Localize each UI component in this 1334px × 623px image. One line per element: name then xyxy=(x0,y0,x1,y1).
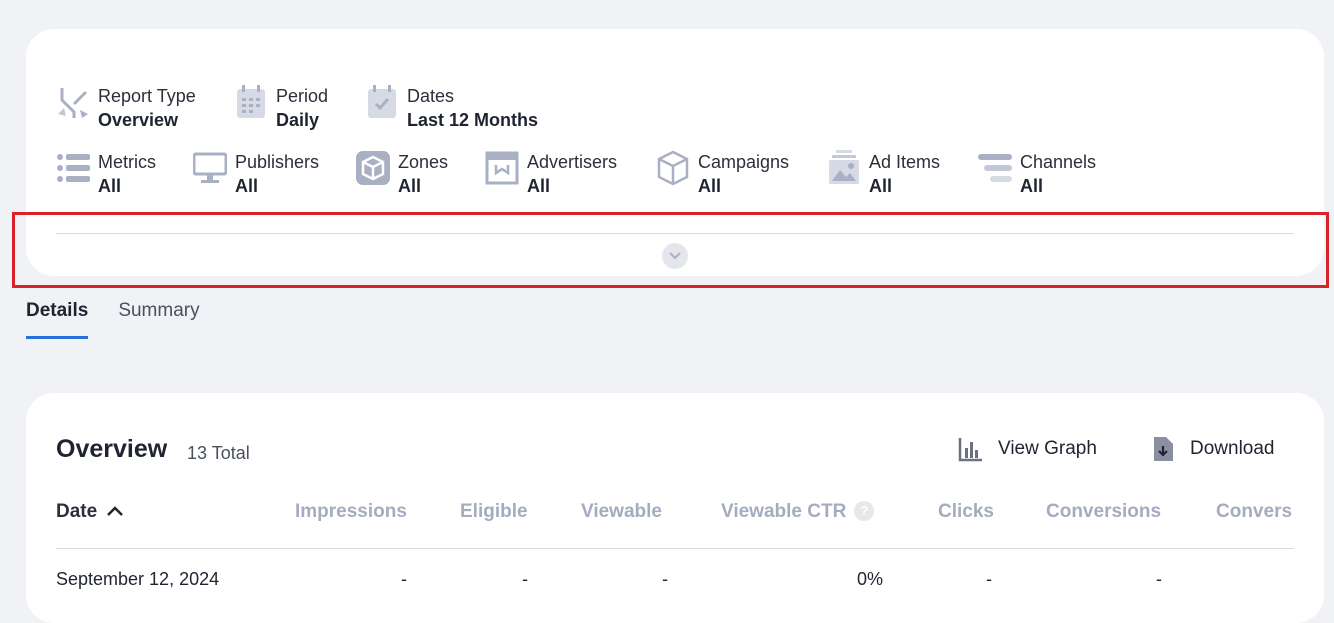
download-label: Download xyxy=(1190,438,1275,459)
view-graph-label: View Graph xyxy=(998,438,1097,459)
report-filters-card: Report Type Overview Period Daily Dates … xyxy=(26,29,1324,276)
filter-period[interactable]: Period Daily xyxy=(234,84,328,132)
channels-icon xyxy=(978,150,1012,186)
cell-clicks: - xyxy=(986,569,992,589)
filter-zones[interactable]: Zones All xyxy=(356,150,448,198)
sort-ascending-icon xyxy=(107,506,124,516)
column-header-viewable-ctr[interactable]: Viewable CTR? xyxy=(721,501,875,523)
column-header-viewable[interactable]: Viewable xyxy=(581,501,662,523)
column-header-eligible[interactable]: Eligible xyxy=(460,501,528,523)
bar-chart-icon xyxy=(958,438,982,462)
filter-channels[interactable]: Channels All xyxy=(978,150,1096,198)
tab-details[interactable]: Details xyxy=(26,300,89,339)
filter-label: Period xyxy=(276,86,329,106)
tab-summary[interactable]: Summary xyxy=(118,300,199,339)
cell-viewable-ctr: 0% xyxy=(857,569,884,589)
filter-value: All xyxy=(698,176,722,196)
list-icon xyxy=(56,150,90,186)
filter-label: Dates xyxy=(407,86,455,106)
monitor-icon xyxy=(193,150,227,186)
filter-value: All xyxy=(98,176,122,196)
filter-label: Channels xyxy=(1020,152,1097,172)
filter-report-type[interactable]: Report Type Overview xyxy=(56,84,196,132)
filter-value: All xyxy=(235,176,259,196)
table-header: Date Impressions Eligible Viewable Viewa… xyxy=(56,501,1294,525)
column-header-clicks[interactable]: Clicks xyxy=(938,501,994,523)
filter-label: Ad Items xyxy=(869,152,941,172)
filter-value: All xyxy=(398,176,422,196)
filter-label: Advertisers xyxy=(527,152,618,172)
filter-value: Last 12 Months xyxy=(407,110,539,130)
filter-publishers[interactable]: Publishers All xyxy=(193,150,319,198)
filter-value: All xyxy=(869,176,893,196)
filter-metrics[interactable]: Metrics All xyxy=(56,150,156,198)
filters-divider xyxy=(56,233,1294,234)
view-graph-button[interactable]: View Graph xyxy=(958,436,1097,462)
filter-label: Metrics xyxy=(98,152,156,172)
filter-label: Publishers xyxy=(235,152,320,172)
frame-icon xyxy=(485,150,519,186)
cell-eligible: - xyxy=(522,569,528,589)
filter-label: Zones xyxy=(398,152,449,172)
image-stack-icon xyxy=(827,150,861,186)
filter-value: Overview xyxy=(98,110,179,130)
filter-value: Daily xyxy=(276,110,320,130)
cube-box-icon xyxy=(356,150,390,186)
report-type-icon xyxy=(56,84,90,120)
filter-ad-items[interactable]: Ad Items All xyxy=(827,150,940,198)
column-header-conversions[interactable]: Conversions xyxy=(1046,501,1161,523)
filter-value: All xyxy=(527,176,551,196)
cube-outline-icon xyxy=(656,150,690,186)
calendar-icon xyxy=(234,84,268,120)
filter-advertisers[interactable]: Advertisers All xyxy=(485,150,617,198)
filter-label: Campaigns xyxy=(698,152,790,172)
filter-value: All xyxy=(1020,176,1044,196)
overview-total-count: 13 Total xyxy=(187,443,250,463)
cell-viewable: - xyxy=(662,569,668,589)
filter-label: Report Type xyxy=(98,86,196,106)
chevron-down-icon xyxy=(669,252,681,260)
expand-filters-button[interactable] xyxy=(662,243,688,269)
filter-campaigns[interactable]: Campaigns All xyxy=(656,150,789,198)
overview-card: Overview 13 Total View Graph Download Da… xyxy=(26,393,1324,623)
download-file-icon xyxy=(1154,437,1173,461)
column-header-conversion-rate[interactable]: Convers xyxy=(1216,501,1292,523)
column-header-date[interactable]: Date xyxy=(56,501,124,523)
overview-title: Overview xyxy=(56,435,168,463)
filter-dates[interactable]: Dates Last 12 Months xyxy=(365,84,538,132)
calendar-check-icon xyxy=(365,84,399,120)
help-icon[interactable]: ? xyxy=(854,501,875,521)
column-header-impressions[interactable]: Impressions xyxy=(295,501,407,523)
cell-impressions: - xyxy=(401,569,407,589)
cell-conversions: - xyxy=(1156,569,1162,589)
cell-date: September 12, 2024 xyxy=(56,569,220,589)
download-button[interactable]: Download xyxy=(1152,436,1275,462)
header-divider xyxy=(56,548,1294,549)
report-tabs: Details Summary xyxy=(26,300,230,339)
